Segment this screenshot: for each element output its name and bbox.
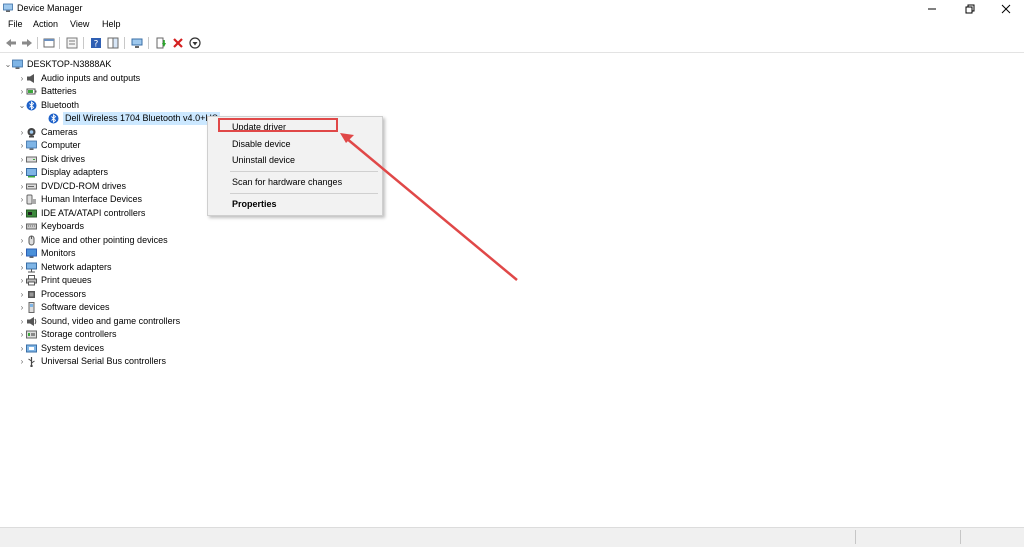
annotation-arrow <box>340 133 518 281</box>
status-divider <box>960 530 961 544</box>
status-bar <box>0 527 1024 547</box>
status-divider <box>855 530 856 544</box>
